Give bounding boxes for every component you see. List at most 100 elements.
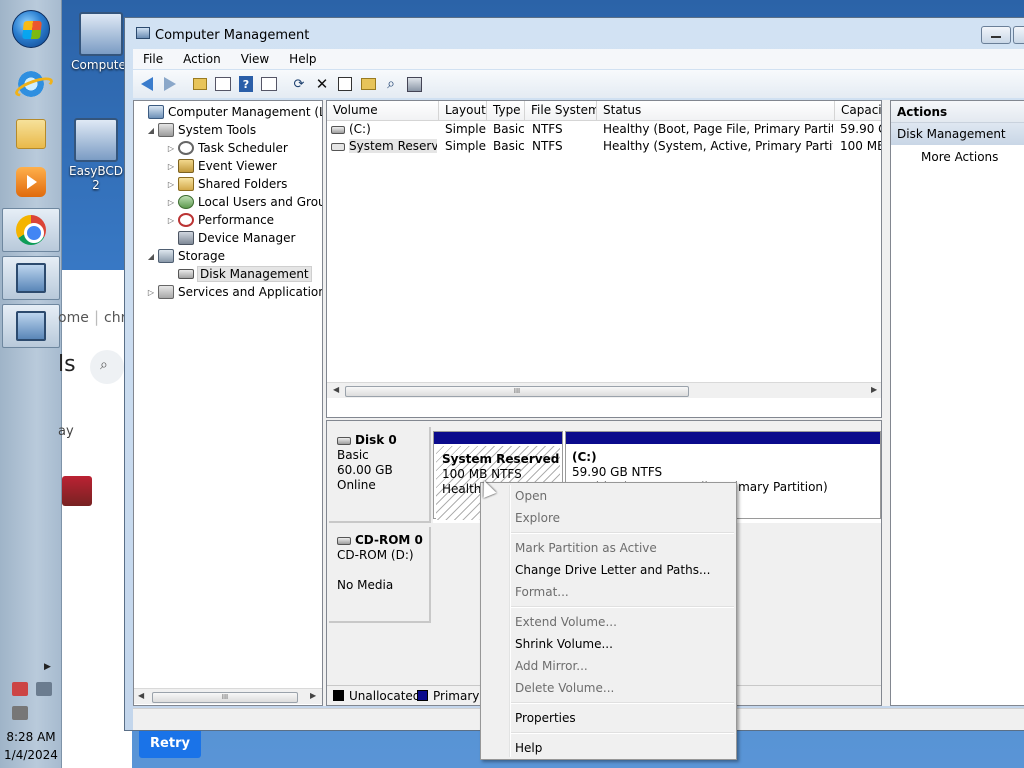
tree-item-shared-folders[interactable]: ▷ Shared Folders: [166, 175, 287, 193]
clock-time[interactable]: 8:28 AM: [0, 730, 62, 744]
action-center-icon[interactable]: [12, 682, 28, 696]
expand-toggle-icon[interactable]: ◢: [146, 126, 156, 135]
tree-item-local-users-and-groups[interactable]: ▷ Local Users and Groups: [166, 193, 322, 211]
scroll-left-icon[interactable]: ◀: [333, 385, 339, 394]
expand-toggle-icon[interactable]: ▷: [166, 216, 176, 225]
scrollbar-thumb[interactable]: III: [345, 386, 689, 397]
taskbar-media-button[interactable]: [2, 160, 60, 204]
taskbar-ie-button[interactable]: [2, 62, 60, 106]
tree-item-task-scheduler[interactable]: ▷ Task Scheduler: [166, 139, 288, 157]
tree-item-label: Shared Folders: [198, 177, 288, 191]
scroll-right-icon[interactable]: ▶: [310, 691, 316, 700]
context-menu-item-shrink-volume[interactable]: Shrink Volume...: [483, 633, 734, 655]
refresh-button[interactable]: ⟳: [289, 74, 309, 94]
menu-separator: [511, 732, 734, 734]
tree-item-event-viewer[interactable]: ▷ Event Viewer: [166, 157, 277, 175]
context-menu-item-change-drive-letter-and-paths[interactable]: Change Drive Letter and Paths...: [483, 559, 734, 581]
desktop-icon-computer[interactable]: Computer: [71, 12, 131, 72]
breadcrumb-home[interactable]: ome: [58, 310, 89, 326]
expand-toggle-icon[interactable]: ▷: [166, 144, 176, 153]
tree-item-disk-management[interactable]: Disk Management: [166, 265, 312, 283]
table-row[interactable]: (C:) Simple Basic NTFS Healthy (Boot, Pa…: [327, 121, 881, 138]
desktop-icon-easybcd[interactable]: EasyBCD 2: [66, 118, 126, 192]
delete-button[interactable]: ✕: [312, 74, 332, 94]
show-hidden-icons-arrow-icon[interactable]: ▶: [44, 662, 51, 672]
tree-scrollbar[interactable]: ◀ III ▶: [134, 688, 322, 704]
column-header-status[interactable]: Status: [597, 101, 835, 121]
tree-item-computer-management-local[interactable]: Computer Management (Local: [136, 103, 322, 121]
expand-toggle-icon[interactable]: ◢: [146, 252, 156, 261]
taskbar-computer-management-button[interactable]: [2, 304, 60, 348]
context-menu-item-explore: Explore: [515, 511, 561, 525]
tree-item-system-tools[interactable]: ◢ System Tools: [146, 121, 256, 139]
menu-action[interactable]: Action: [173, 52, 231, 66]
title-bar[interactable]: Computer Management: [125, 18, 1024, 50]
actions-section-disk-management[interactable]: Disk Management: [891, 123, 1024, 145]
column-header-capacity[interactable]: Capacity: [835, 101, 881, 121]
open-button[interactable]: [358, 74, 378, 94]
search-button[interactable]: ⌕: [381, 74, 401, 94]
tree-item-storage[interactable]: ◢ Storage: [146, 247, 225, 265]
expand-toggle-icon[interactable]: ▷: [166, 162, 176, 171]
column-header-volume[interactable]: Volume: [327, 101, 439, 121]
scroll-right-icon[interactable]: ▶: [871, 385, 877, 394]
dev-icon: [178, 231, 194, 245]
minimize-button[interactable]: [981, 26, 1011, 44]
tree-item-performance[interactable]: ▷ Performance: [166, 211, 274, 229]
taskbar-chrome-button[interactable]: [2, 208, 60, 252]
column-header-file-system[interactable]: File System: [525, 101, 597, 121]
network-icon[interactable]: [36, 682, 52, 696]
taskbar-easybcd-button[interactable]: [2, 256, 60, 300]
column-header-type[interactable]: Type: [487, 101, 525, 121]
menu-help[interactable]: Help: [279, 52, 326, 66]
volume-muted-icon[interactable]: [12, 706, 28, 720]
expand-toggle-icon[interactable]: ▷: [166, 198, 176, 207]
legend-unallocated-swatch: [333, 690, 344, 701]
folder-icon: [16, 119, 46, 149]
volume-name: System Reserved: [349, 139, 437, 153]
volume-list-scrollbar[interactable]: ◀ III ▶: [327, 382, 881, 398]
scroll-left-icon[interactable]: ◀: [138, 691, 144, 700]
expand-toggle-icon[interactable]: ▷: [146, 288, 156, 297]
partition-size: 59.90 GB NTFS: [572, 465, 663, 479]
up-one-level-button[interactable]: [190, 74, 210, 94]
disk-0-info[interactable]: Disk 0 Basic 60.00 GB Online: [329, 427, 431, 523]
taskbar-explorer-button[interactable]: [2, 112, 60, 156]
legend-unallocated-label: Unallocated: [349, 689, 421, 703]
show-hide-action-pane-button[interactable]: [259, 74, 279, 94]
column-header-layout[interactable]: Layout: [439, 101, 487, 121]
retry-button[interactable]: Retry: [139, 728, 201, 758]
menu-view[interactable]: View: [231, 52, 279, 66]
forward-button[interactable]: [160, 74, 180, 94]
expand-toggle-icon[interactable]: ▷: [166, 180, 176, 189]
context-menu-item-properties[interactable]: Properties: [483, 707, 734, 729]
volume-list: Volume Layout Type File System Status Ca…: [326, 100, 882, 418]
users-icon: [178, 195, 194, 209]
more-tools-button[interactable]: [404, 74, 424, 94]
volume-name: (C:): [349, 122, 371, 136]
volume-type: Basic: [493, 139, 525, 153]
help-button[interactable]: ?: [236, 74, 256, 94]
minimize-icon: [991, 36, 1001, 38]
legend-primary-swatch: [417, 690, 428, 701]
properties-button[interactable]: [335, 74, 355, 94]
context-menu-item-help[interactable]: Help: [483, 737, 734, 759]
disk-name: Disk 0: [355, 433, 397, 447]
cdrom-0-info[interactable]: CD-ROM 0 CD-ROM (D:) No Media: [329, 527, 431, 623]
show-hide-console-tree-button[interactable]: [213, 74, 233, 94]
menu-separator: [511, 702, 734, 704]
start-button[interactable]: [12, 10, 50, 48]
tree-item-device-manager[interactable]: Device Manager: [166, 229, 295, 247]
more-actions-link[interactable]: More Actions: [891, 145, 1024, 169]
tree-item-services-and-applications[interactable]: ▷ Services and Applications: [146, 283, 322, 301]
search-button[interactable]: ⌕: [90, 350, 124, 384]
clock-date[interactable]: 1/4/2024: [0, 748, 62, 762]
tree-item-label: Performance: [198, 213, 275, 227]
breadcrumb-item[interactable]: chr: [104, 310, 126, 326]
menu-file[interactable]: File: [133, 52, 173, 66]
context-menu-item-open: Open: [515, 489, 548, 503]
table-row[interactable]: System Reserved Simple Basic NTFS Health…: [327, 138, 881, 155]
maximize-button[interactable]: [1013, 26, 1024, 44]
scrollbar-thumb[interactable]: III: [152, 692, 298, 703]
back-button[interactable]: [137, 74, 157, 94]
